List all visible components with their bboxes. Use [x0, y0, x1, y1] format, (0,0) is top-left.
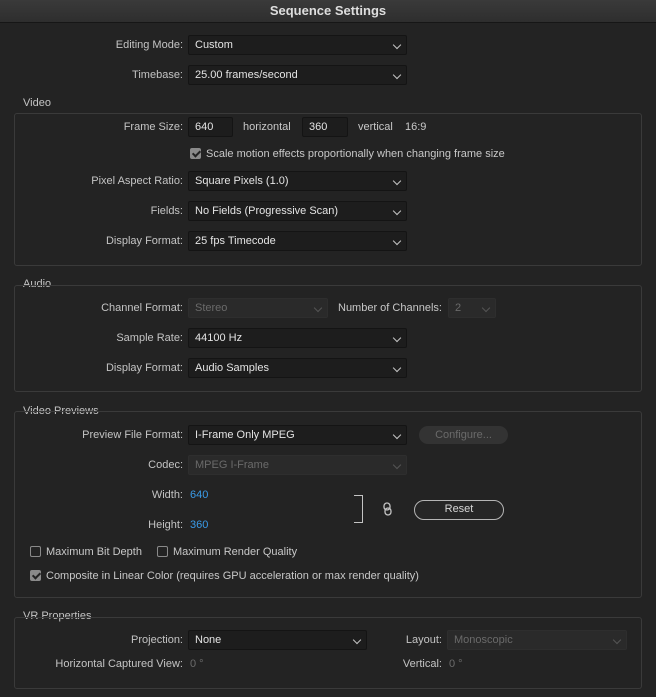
editing-mode-value: Custom [195, 39, 233, 51]
vr-group [14, 617, 642, 689]
h-captured-view-value: 0 ° [190, 658, 204, 670]
preview-format-select[interactable]: I-Frame Only MPEG [188, 425, 407, 445]
editing-mode-label: Editing Mode: [115, 39, 183, 51]
preview-height-value[interactable]: 360 [190, 519, 208, 531]
layout-label: Layout: [405, 634, 442, 646]
timebase-label: Timebase: [132, 69, 183, 81]
codec-select: MPEG I-Frame [188, 455, 407, 475]
preview-format-label: Preview File Format: [82, 429, 183, 441]
vertical-view-value: 0 ° [449, 658, 463, 670]
video-section-title: Video [23, 97, 51, 109]
h-captured-view-label: Horizontal Captured View: [55, 658, 183, 670]
channel-format-select: Stereo [188, 298, 328, 318]
sample-rate-select[interactable]: 44100 Hz [188, 328, 407, 348]
scale-motion-label: Scale motion effects proportionally when… [206, 148, 505, 160]
chevron-down-icon [392, 176, 402, 186]
chevron-down-icon [313, 303, 323, 313]
chevron-down-icon [392, 333, 402, 343]
channel-format-label: Channel Format: [101, 302, 183, 314]
frame-size-label: Frame Size: [123, 121, 183, 133]
chain-link-icon[interactable] [383, 502, 392, 516]
reset-button[interactable]: Reset [414, 500, 504, 520]
width-label: Width: [151, 489, 183, 501]
chevron-down-icon [612, 635, 622, 645]
max-render-quality-checkbox[interactable] [157, 546, 168, 557]
pixel-aspect-value: Square Pixels (1.0) [195, 175, 289, 187]
height-label: Height: [148, 519, 183, 531]
chevron-down-icon [392, 206, 402, 216]
num-channels-select: 2 [448, 298, 496, 318]
link-bracket [354, 495, 363, 523]
timebase-select[interactable]: 25.00 frames/second [188, 65, 407, 85]
chevron-down-icon [392, 363, 402, 373]
chevron-down-icon [392, 70, 402, 80]
fields-label: Fields: [150, 205, 183, 217]
chevron-down-icon [392, 236, 402, 246]
linear-color-checkbox[interactable] [30, 570, 41, 581]
chevron-down-icon [392, 460, 402, 470]
video-display-format-label: Display Format: [105, 235, 183, 247]
layout-select: Monoscopic [447, 630, 627, 650]
chevron-down-icon [392, 40, 402, 50]
layout-value: Monoscopic [454, 634, 513, 646]
preview-width-value[interactable]: 640 [190, 489, 208, 501]
chevron-down-icon [481, 303, 491, 313]
horizontal-label: horizontal [243, 121, 291, 133]
frame-height-input[interactable]: 360 [302, 117, 348, 137]
max-bit-depth-checkbox[interactable] [30, 546, 41, 557]
vertical-label: vertical [358, 121, 393, 133]
max-bit-depth-label: Maximum Bit Depth [46, 546, 142, 558]
num-channels-label: Number of Channels: [338, 302, 442, 314]
sample-rate-label: Sample Rate: [116, 332, 183, 344]
max-render-quality-label: Maximum Render Quality [173, 546, 298, 558]
timebase-value: 25.00 frames/second [195, 69, 298, 81]
configure-button: Configure... [419, 426, 508, 444]
fields-select[interactable]: No Fields (Progressive Scan) [188, 201, 407, 221]
audio-display-format-label: Display Format: [105, 362, 183, 374]
sample-rate-value: 44100 Hz [195, 332, 243, 344]
linear-color-label: Composite in Linear Color (requires GPU … [46, 570, 419, 582]
chevron-down-icon [392, 430, 402, 440]
projection-label: Projection: [131, 634, 183, 646]
pixel-aspect-select[interactable]: Square Pixels (1.0) [188, 171, 407, 191]
audio-display-format-select[interactable]: Audio Samples [188, 358, 407, 378]
frame-width-input[interactable]: 640 [188, 117, 233, 137]
chevron-down-icon [352, 635, 362, 645]
aspect-ratio-text: 16:9 [405, 121, 427, 133]
pixel-aspect-label: Pixel Aspect Ratio: [91, 175, 183, 187]
projection-select[interactable]: None [188, 630, 367, 650]
codec-label: Codec: [148, 459, 183, 471]
num-channels-value: 2 [455, 302, 462, 314]
projection-value: None [195, 634, 222, 646]
video-display-format-select[interactable]: 25 fps Timecode [188, 231, 407, 251]
vertical-view-label: Vertical: [402, 658, 442, 670]
codec-value: MPEG I-Frame [195, 459, 269, 471]
scale-motion-checkbox[interactable] [190, 148, 201, 159]
video-display-format-value: 25 fps Timecode [195, 235, 276, 247]
window-title: Sequence Settings [0, 0, 656, 23]
editing-mode-select[interactable]: Custom [188, 35, 407, 55]
audio-display-format-value: Audio Samples [195, 362, 269, 374]
fields-value: No Fields (Progressive Scan) [195, 205, 339, 217]
channel-format-value: Stereo [195, 302, 228, 314]
preview-format-value: I-Frame Only MPEG [195, 429, 295, 441]
